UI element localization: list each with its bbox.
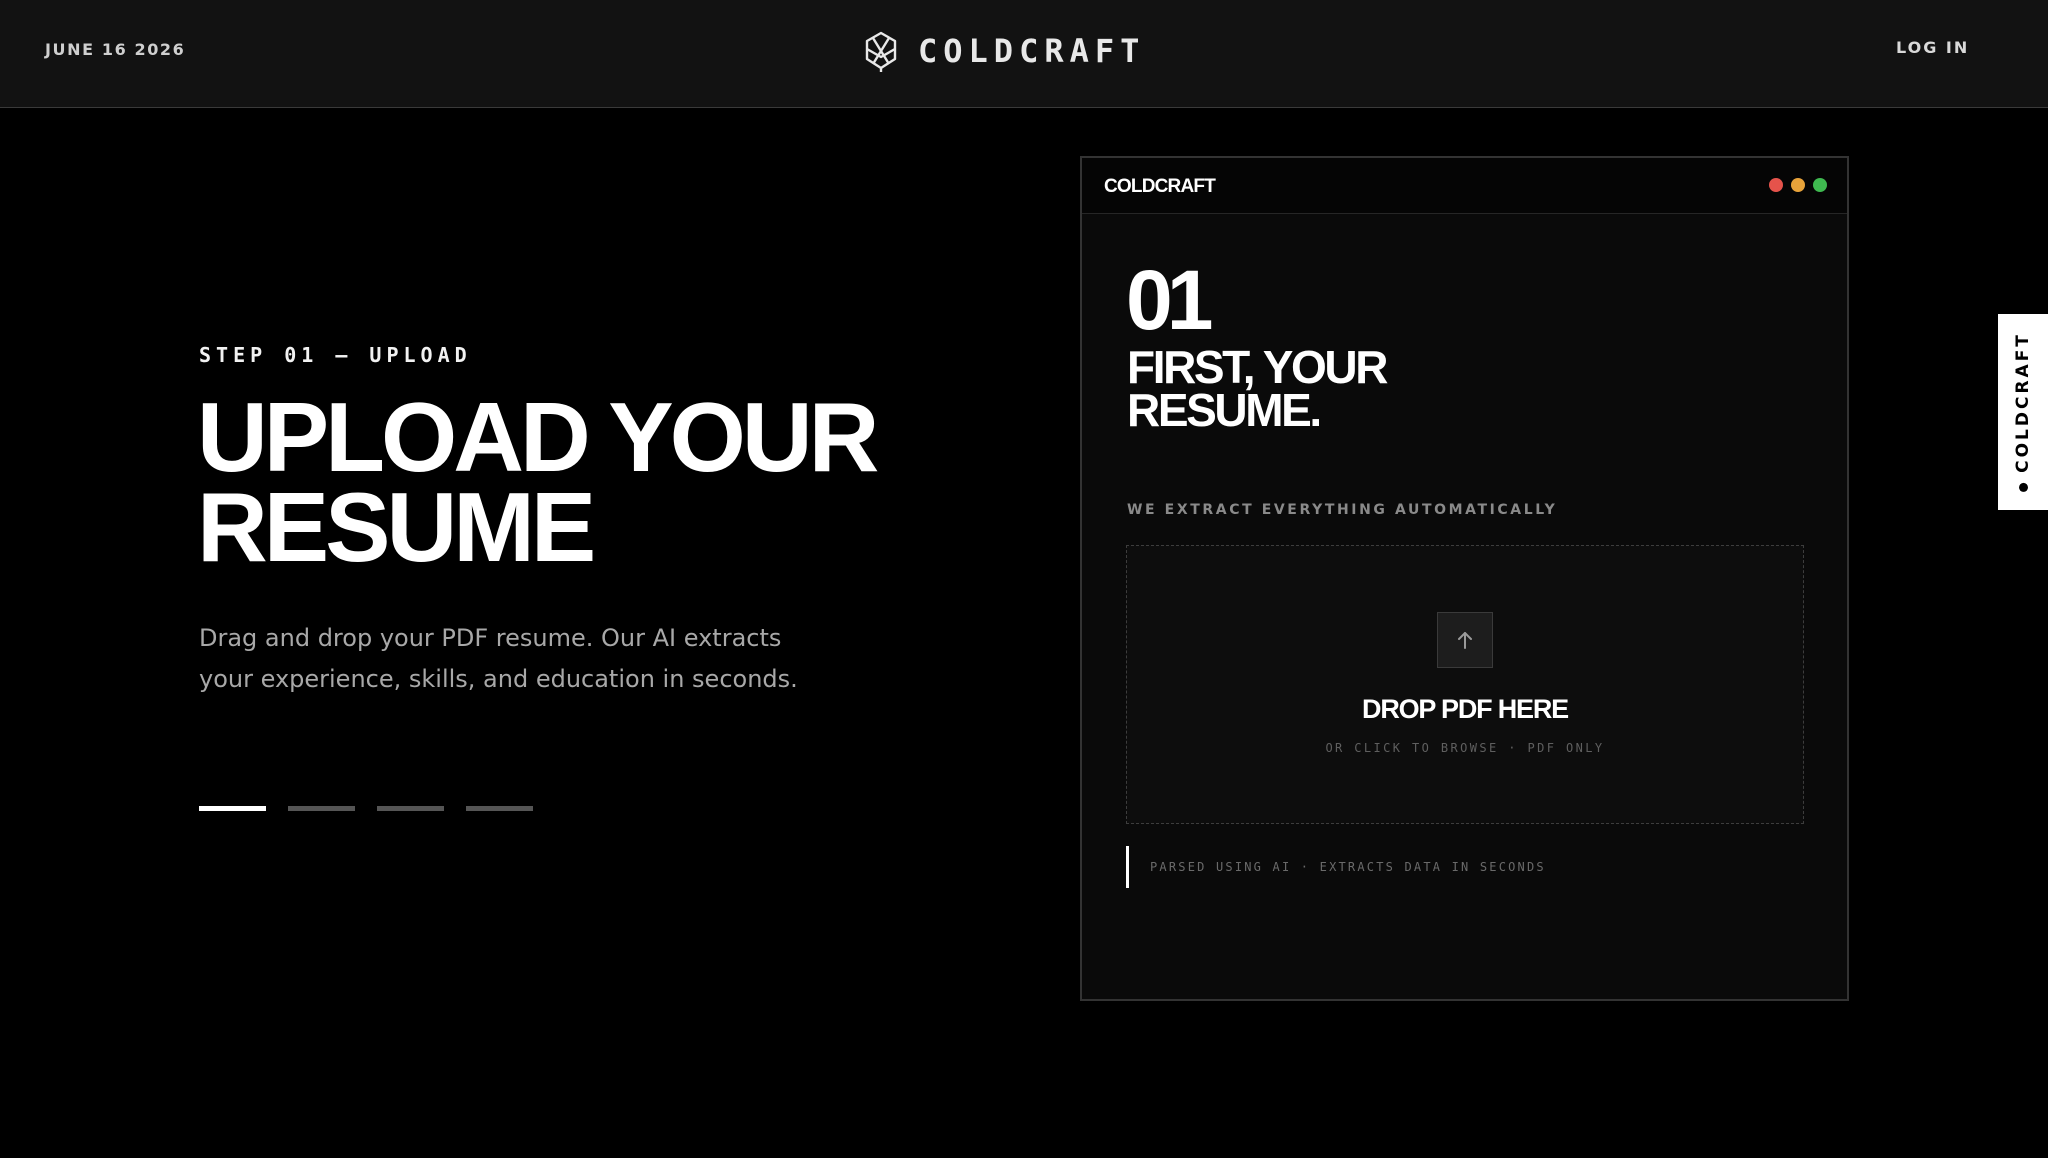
pdf-dropzone[interactable]: DROP PDF HERE OR CLICK TO BROWSE · PDF O… bbox=[1126, 545, 1804, 824]
crystal-logo-icon bbox=[865, 31, 897, 72]
window-heading: FIRST, YOUR RESUME. bbox=[1127, 341, 1527, 436]
brand-name: COLDCRAFT bbox=[918, 32, 1146, 70]
progress-step-1[interactable] bbox=[199, 806, 266, 811]
window-heading-line-2: RESUME. bbox=[1127, 384, 1322, 436]
brand-logo[interactable]: COLDCRAFT bbox=[862, 30, 1145, 72]
top-header: JUNE 16 2026 COLDCRAFT LOG IN bbox=[0, 0, 2048, 108]
side-tab-dot bbox=[2018, 482, 2028, 492]
window-heading-line-1: FIRST, YOUR bbox=[1127, 341, 1388, 393]
step-progress-indicator bbox=[199, 806, 533, 811]
extract-label: WE EXTRACT EVERYTHING AUTOMATICALLY bbox=[1127, 502, 1558, 518]
step-number: 01 bbox=[1126, 253, 1213, 347]
step-label: STEP 01 — UPLOAD bbox=[199, 343, 472, 367]
upload-preview-window: COLDCRAFT 01 FIRST, YOUR RESUME. WE EXTR… bbox=[1080, 156, 1849, 1001]
dropzone-subtitle: OR CLICK TO BROWSE · PDF ONLY bbox=[1325, 741, 1605, 755]
page-title: UPLOAD YOUR RESUME bbox=[197, 382, 897, 582]
window-maximize-dot[interactable] bbox=[1813, 178, 1827, 192]
window-title: COLDCRAFT bbox=[1104, 176, 1216, 197]
upload-button[interactable] bbox=[1437, 612, 1493, 668]
header-date: JUNE 16 2026 bbox=[45, 40, 186, 59]
window-close-dot[interactable] bbox=[1769, 178, 1783, 192]
progress-step-4[interactable] bbox=[466, 806, 533, 811]
headline-line-2: RESUME bbox=[197, 472, 596, 582]
headline-line-1: UPLOAD YOUR bbox=[197, 382, 879, 492]
side-tab-coldcraft[interactable]: COLDCRAFT bbox=[1998, 314, 2048, 510]
window-minimize-dot[interactable] bbox=[1791, 178, 1805, 192]
hero-description: Drag and drop your PDF resume. Our AI ex… bbox=[199, 624, 798, 693]
arrow-up-icon bbox=[1458, 632, 1472, 649]
login-link[interactable]: LOG IN bbox=[1896, 38, 1969, 57]
window-titlebar: COLDCRAFT bbox=[1082, 158, 1847, 214]
progress-step-3[interactable] bbox=[377, 806, 444, 811]
side-tab-label: COLDCRAFT bbox=[2013, 332, 2033, 473]
parsed-note: PARSED USING AI · EXTRACTS DATA IN SECON… bbox=[1126, 846, 1546, 888]
window-controls bbox=[1769, 178, 1827, 192]
progress-step-2[interactable] bbox=[288, 806, 355, 811]
dropzone-title: DROP PDF HERE bbox=[1362, 694, 1569, 724]
